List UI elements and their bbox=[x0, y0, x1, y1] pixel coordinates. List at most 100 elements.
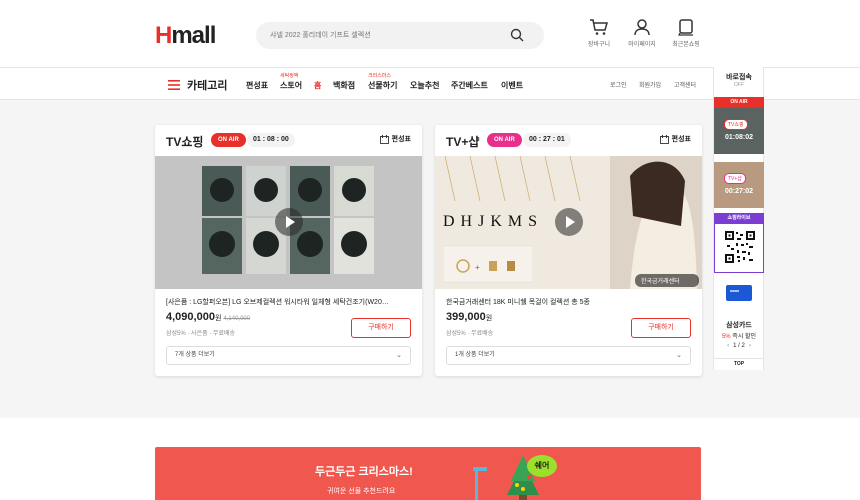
card-promo-name: 삼성카드 bbox=[726, 322, 752, 329]
rail-tile-tv[interactable]: TV쇼핑 01:08:02 bbox=[714, 108, 764, 154]
quick-access-rail: 바로접속 OFF ON AIR TV쇼핑 01:08:02 TV+샵 00:27… bbox=[713, 67, 764, 370]
pager-text: 1 / 2 bbox=[733, 343, 745, 349]
more-label: 1개 상품 더보기 bbox=[455, 352, 495, 358]
signup-link[interactable]: 회원가입 bbox=[639, 80, 661, 89]
banner-badge: 쉐어 bbox=[527, 455, 557, 477]
rail-tile-tvplus[interactable]: TV+샵 00:27:02 bbox=[714, 162, 764, 208]
price-value: 4,090,000 bbox=[166, 311, 215, 323]
nav-label: 오늘추천 bbox=[410, 81, 440, 90]
scroll-top-button[interactable]: TOP bbox=[714, 358, 764, 370]
play-icon[interactable] bbox=[275, 208, 303, 236]
product-benefits: 삼성5% · 사은품 · 무료배송 bbox=[166, 331, 236, 337]
schedule-link[interactable]: 편성표 bbox=[379, 134, 411, 144]
support-link[interactable]: 고객센터 bbox=[674, 80, 696, 89]
card-promo-pager: ‹ 1 / 2 › bbox=[714, 343, 764, 349]
nav-item-weekly-best[interactable]: 주간베스트 bbox=[451, 80, 488, 91]
chevron-right-icon[interactable]: › bbox=[745, 343, 755, 349]
chevron-down-icon: ⌄ bbox=[676, 352, 682, 359]
nav-sup: 크리스마스 bbox=[368, 73, 392, 79]
live-card-tv: TV쇼핑 ON AIR 01 : 08 : 00 편성표 [사은품 : LG할퍼… bbox=[155, 125, 422, 376]
hmall-logo[interactable]: Hmall bbox=[155, 22, 216, 50]
search-bar bbox=[256, 22, 544, 49]
card-promo-benefit: 5% 즉시 할인 bbox=[714, 331, 764, 340]
nav-item-department[interactable]: 백화점 bbox=[333, 80, 355, 91]
benefit-rate: 5% bbox=[721, 334, 731, 340]
live-video[interactable]: DHJKMS + 한국금거래센터 bbox=[435, 156, 702, 289]
tile-time: 01:08:02 bbox=[724, 134, 754, 141]
christmas-banner[interactable]: 두근두근 크리스마스! 귀여운 선물 추천드려요 쉐어 bbox=[155, 447, 701, 500]
cart-icon bbox=[590, 19, 608, 35]
calendar-icon bbox=[659, 134, 669, 144]
buy-button[interactable]: 구매하기 bbox=[351, 318, 411, 338]
original-price: 4,140,000 bbox=[223, 316, 251, 322]
nav-label: 백화점 bbox=[333, 81, 356, 90]
onair-badge: ON AIR bbox=[211, 133, 246, 147]
nav-item-store[interactable]: 세탁정액스토어 bbox=[280, 73, 303, 91]
nav-item-home[interactable]: 홈 bbox=[314, 80, 321, 91]
price-unit: 원 bbox=[485, 315, 493, 322]
product-name[interactable]: [사은품 : LG할퍼오븐] LG 오브제컬렉션 워시타워 일체형 세탁건조기(… bbox=[166, 297, 411, 307]
live-video[interactable] bbox=[155, 156, 422, 289]
onair-badge: ON AIR bbox=[487, 133, 522, 147]
letters-text: DHJKMS bbox=[443, 213, 543, 230]
recent-button[interactable]: 최근본쇼핑 bbox=[666, 18, 706, 48]
svg-text:+: + bbox=[475, 263, 480, 272]
play-icon[interactable] bbox=[555, 208, 583, 236]
header: Hmall 장바구니 마이페이지 최근본쇼핑 bbox=[0, 0, 860, 68]
nav-label: 이벤트 bbox=[501, 81, 524, 90]
category-button[interactable]: 카테고리 bbox=[168, 77, 227, 93]
nav-sup: 세탁정액 bbox=[280, 73, 299, 79]
cart-label: 장바구니 bbox=[587, 42, 611, 48]
nav-item-gift[interactable]: 크리스마스선물하기 bbox=[368, 73, 398, 91]
more-products-dropdown[interactable]: 1개 상품 더보기 ⌄ bbox=[446, 346, 691, 365]
hamburger-icon bbox=[168, 80, 180, 90]
category-label: 카테고리 bbox=[187, 80, 228, 92]
rail-status: OFF bbox=[734, 82, 744, 88]
nav-label: 편성표 bbox=[246, 81, 269, 90]
product-price: 399,000원 bbox=[446, 311, 492, 323]
recent-label: 최근본쇼핑 bbox=[672, 42, 700, 48]
price-value: 399,000 bbox=[446, 311, 486, 323]
schedule-label: 편성표 bbox=[671, 136, 691, 143]
broadcast-timer: 00 : 27 : 01 bbox=[523, 133, 571, 147]
qr-code-icon[interactable] bbox=[714, 223, 764, 273]
nav-label: 선물하기 bbox=[368, 81, 398, 90]
product-price: 4,090,000원 4,140,000 bbox=[166, 311, 250, 323]
more-products-dropdown[interactable]: 7개 상품 더보기 ⌄ bbox=[166, 346, 411, 365]
tile-time: 00:27:02 bbox=[724, 188, 754, 195]
tile-tag: TV+샵 bbox=[724, 173, 746, 184]
search-icon[interactable] bbox=[510, 28, 524, 42]
nav-label: 스토어 bbox=[280, 81, 303, 90]
rail-onair-bar: ON AIR bbox=[714, 97, 764, 108]
banner-subtitle: 귀여운 선물 추천드려요 bbox=[327, 488, 396, 495]
card-title: TV쇼핑 bbox=[166, 135, 204, 149]
schedule-link[interactable]: 편성표 bbox=[659, 134, 691, 144]
card-title: TV+샵 bbox=[446, 135, 480, 149]
nav-item-schedule[interactable]: 편성표 bbox=[246, 80, 268, 91]
product-name[interactable]: 한국금거래센터 18K 미니쉘 목걸이 컬렉션 총 5종 bbox=[446, 297, 691, 307]
nav-item-event[interactable]: 이벤트 bbox=[501, 80, 523, 91]
broadcast-timer: 01 : 08 : 00 bbox=[247, 133, 295, 147]
product-benefits: 삼성5% · 무료배송 bbox=[446, 331, 494, 337]
nav-label: 홈 bbox=[314, 81, 322, 90]
logo-h: H bbox=[155, 22, 172, 49]
tile-tag: TV쇼핑 bbox=[724, 119, 748, 130]
shopping-live-bar: 쇼핑라이브 bbox=[714, 213, 764, 223]
brand-overlay: 한국금거래센터 bbox=[641, 277, 680, 285]
nav-item-today[interactable]: 오늘추천 bbox=[410, 80, 439, 91]
price-unit: 원 bbox=[214, 315, 222, 322]
schedule-label: 편성표 bbox=[391, 136, 411, 143]
calendar-icon bbox=[379, 134, 389, 144]
buy-button[interactable]: 구매하기 bbox=[631, 318, 691, 338]
chevron-down-icon: ⌄ bbox=[396, 352, 402, 359]
qr-code-graphic bbox=[725, 231, 755, 263]
live-card-tvplus: TV+샵 ON AIR 00 : 27 : 01 편성표 DHJKMS + 한국… bbox=[435, 125, 702, 376]
benefit-text: 즉시 할인 bbox=[732, 334, 757, 340]
chevron-left-icon[interactable]: ‹ bbox=[723, 343, 733, 349]
mypage-button[interactable]: 마이페이지 bbox=[622, 18, 662, 48]
login-link[interactable]: 로그인 bbox=[610, 80, 627, 89]
rail-title: 바로접속 bbox=[726, 74, 752, 81]
cart-button[interactable]: 장바구니 bbox=[579, 18, 619, 48]
credit-card-icon[interactable] bbox=[726, 285, 752, 301]
search-input[interactable] bbox=[270, 28, 500, 43]
